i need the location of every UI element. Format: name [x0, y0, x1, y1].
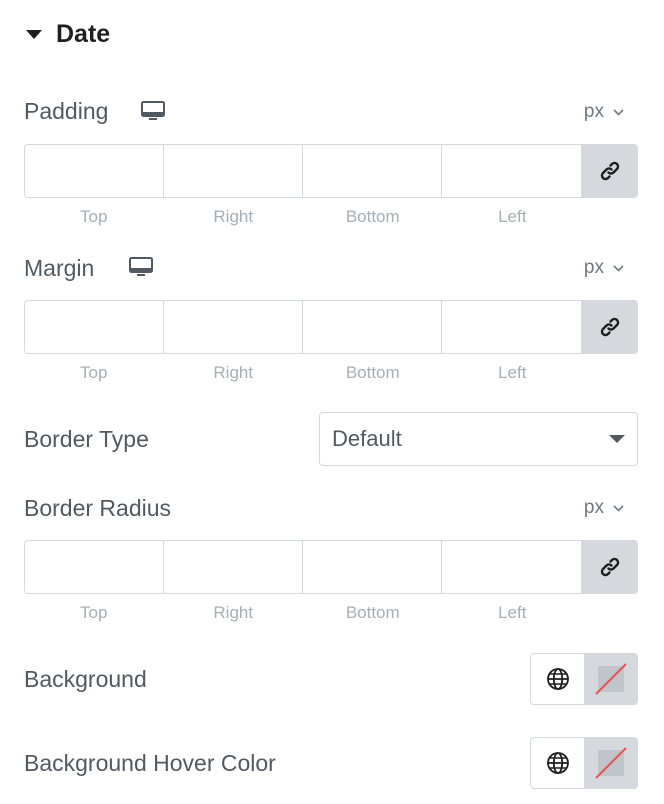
border-radius-dimensions [24, 540, 638, 594]
margin-top-input[interactable] [25, 301, 164, 353]
padding-side-labels: Top Right Bottom Left [24, 207, 582, 227]
border-radius-unit-select[interactable]: px [584, 497, 624, 519]
side-label-left: Left [498, 603, 527, 622]
section-title: Date [56, 19, 111, 48]
no-color-slash-icon [595, 663, 627, 695]
margin-right-input[interactable] [164, 301, 303, 353]
padding-right-input[interactable] [164, 145, 303, 197]
side-label-top: Top [80, 207, 108, 226]
caret-down-icon [26, 29, 42, 39]
margin-bottom-input[interactable] [303, 301, 442, 353]
side-label-right: Right [213, 207, 254, 226]
margin-dimensions [24, 300, 638, 354]
padding-top-input[interactable] [25, 145, 164, 197]
globe-icon [546, 668, 569, 690]
link-icon [600, 161, 619, 181]
globe-icon [546, 752, 569, 774]
no-color-slash-icon [595, 747, 627, 779]
background-hover-color-swatch-button[interactable] [585, 738, 637, 788]
padding-unit-select[interactable]: px [584, 101, 624, 123]
margin-unit-select[interactable]: px [584, 257, 624, 279]
border-radius-label: Border Radius [24, 495, 172, 521]
desktop-icon[interactable] [129, 257, 153, 277]
chevron-down-icon [613, 264, 624, 272]
side-label-top: Top [80, 363, 108, 382]
padding-link-button[interactable] [582, 145, 637, 197]
background-hover-label: Background Hover Color [24, 750, 276, 776]
padding-dimensions [24, 144, 638, 198]
padding-left-input[interactable] [442, 145, 582, 197]
border-radius-left-input[interactable] [442, 541, 582, 593]
caret-down-icon [609, 435, 625, 443]
section-header-date[interactable]: Date [26, 18, 110, 50]
border-radius-right-input[interactable] [164, 541, 303, 593]
margin-label: Margin [24, 255, 95, 281]
border-type-select[interactable]: Default [319, 412, 638, 466]
side-label-left: Left [498, 363, 527, 382]
empty-color-swatch [595, 747, 627, 779]
padding-label: Padding [24, 98, 109, 124]
border-radius-bottom-input[interactable] [303, 541, 442, 593]
margin-unit-value: px [583, 257, 604, 278]
link-icon [600, 557, 619, 577]
border-type-value: Default [332, 426, 402, 451]
background-hover-global-button[interactable] [531, 738, 585, 788]
background-color-control [530, 653, 638, 705]
border-radius-link-button[interactable] [582, 541, 637, 593]
border-radius-top-input[interactable] [25, 541, 164, 593]
side-label-right: Right [213, 363, 254, 382]
padding-bottom-input[interactable] [303, 145, 442, 197]
border-type-label: Border Type [24, 426, 149, 452]
margin-left-input[interactable] [442, 301, 582, 353]
side-label-left: Left [498, 207, 527, 226]
margin-side-labels: Top Right Bottom Left [24, 363, 582, 383]
link-icon [600, 317, 619, 337]
side-label-bottom: Bottom [345, 603, 400, 622]
side-label-bottom: Bottom [345, 207, 400, 226]
empty-color-swatch [595, 663, 627, 695]
side-label-top: Top [80, 603, 108, 622]
chevron-down-icon [613, 504, 624, 512]
border-radius-unit-value: px [583, 497, 604, 518]
desktop-icon[interactable] [141, 101, 165, 121]
background-label: Background [24, 666, 147, 692]
background-global-button[interactable] [531, 654, 585, 704]
chevron-down-icon [613, 108, 624, 116]
side-label-right: Right [213, 603, 254, 622]
side-label-bottom: Bottom [345, 363, 400, 382]
margin-link-button[interactable] [582, 301, 637, 353]
padding-unit-value: px [583, 101, 604, 122]
border-radius-side-labels: Top Right Bottom Left [24, 603, 582, 623]
background-hover-color-control [530, 737, 638, 789]
background-color-swatch-button[interactable] [585, 654, 637, 704]
